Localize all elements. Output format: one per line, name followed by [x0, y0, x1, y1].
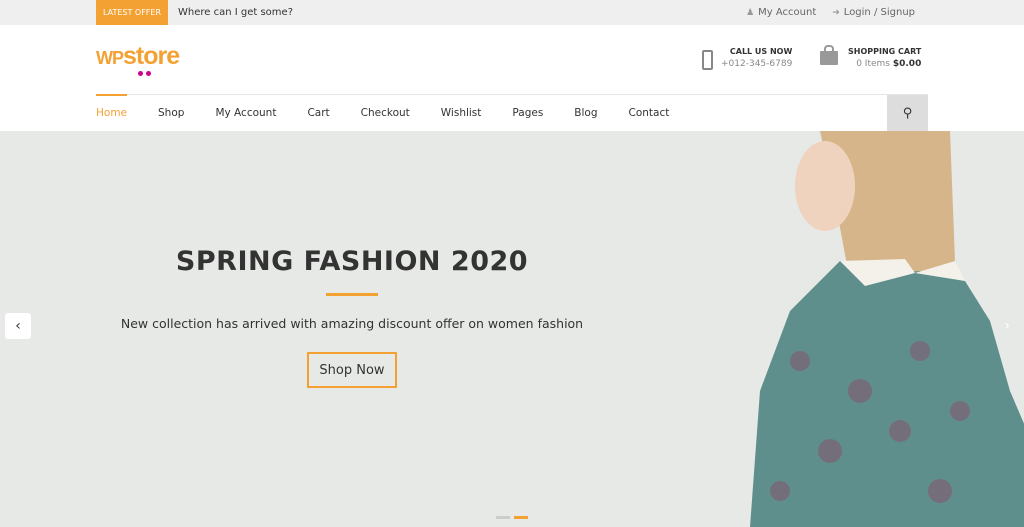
hero-model-image	[750, 131, 1024, 527]
nav-shop[interactable]: Shop	[158, 95, 184, 131]
login-link[interactable]: ➜ Login / Signup	[832, 0, 915, 26]
search-icon: ⚲	[902, 105, 913, 121]
phone-icon	[702, 50, 713, 70]
site-logo[interactable]: WPstore	[96, 42, 180, 76]
shopping-cart[interactable]: SHOPPING CART 0 Items $0.00	[820, 45, 922, 69]
nav-contact[interactable]: Contact	[629, 95, 670, 131]
nav-blog[interactable]: Blog	[574, 95, 597, 131]
cart-total: $0.00	[892, 59, 922, 69]
nav-my-account[interactable]: My Account	[215, 95, 276, 131]
top-bar: LATEST OFFER Where can I get some? ♟ My A…	[0, 0, 1024, 25]
logo-store: store	[123, 42, 180, 70]
logo-wp: WP	[96, 48, 124, 68]
nav-cart[interactable]: Cart	[307, 95, 329, 131]
hero-slider: SPRING FASHION 2020 New collection has a…	[0, 131, 1024, 527]
latest-offer-badge: LATEST OFFER	[96, 0, 168, 25]
call-label: CALL US NOW	[729, 47, 793, 56]
slider-pagination	[496, 516, 528, 519]
nav-checkout[interactable]: Checkout	[361, 95, 410, 131]
cart-label: SHOPPING CART	[848, 47, 922, 56]
title-divider	[326, 293, 378, 296]
main-nav: Home Shop My Account Cart Checkout Wishl…	[96, 94, 928, 131]
user-icon: ♟	[746, 8, 755, 18]
my-account-label: My Account	[758, 7, 817, 18]
cart-wheel-icon	[146, 71, 151, 76]
my-account-link[interactable]: ♟ My Account	[746, 0, 816, 26]
login-label: Login / Signup	[843, 7, 915, 18]
slide-dot[interactable]	[496, 516, 510, 519]
phone-number: +012-345-6789	[721, 59, 793, 69]
shopping-bag-icon	[820, 45, 838, 65]
hero-description: New collection has arrived with amazing …	[120, 316, 584, 331]
slide-dot-active[interactable]	[514, 516, 528, 519]
nav-home[interactable]: Home	[96, 94, 128, 131]
hero-title: SPRING FASHION 2020	[175, 246, 529, 277]
nav-pages[interactable]: Pages	[512, 95, 543, 131]
cart-wheel-icon	[138, 71, 143, 76]
search-button[interactable]: ⚲	[887, 95, 928, 131]
shop-now-button[interactable]: Shop Now	[307, 352, 397, 388]
sign-in-icon: ➜	[832, 8, 840, 18]
nav-wishlist[interactable]: Wishlist	[441, 95, 482, 131]
cart-items: 0 Items	[856, 59, 890, 69]
prev-slide-chevron-left-icon[interactable]: ‹	[5, 313, 31, 339]
call-us: CALL US NOW +012-345-6789	[702, 47, 792, 70]
offer-ticker-text[interactable]: Where can I get some?	[178, 0, 293, 25]
next-slide-chevron-right-icon[interactable]: ›	[994, 313, 1020, 339]
